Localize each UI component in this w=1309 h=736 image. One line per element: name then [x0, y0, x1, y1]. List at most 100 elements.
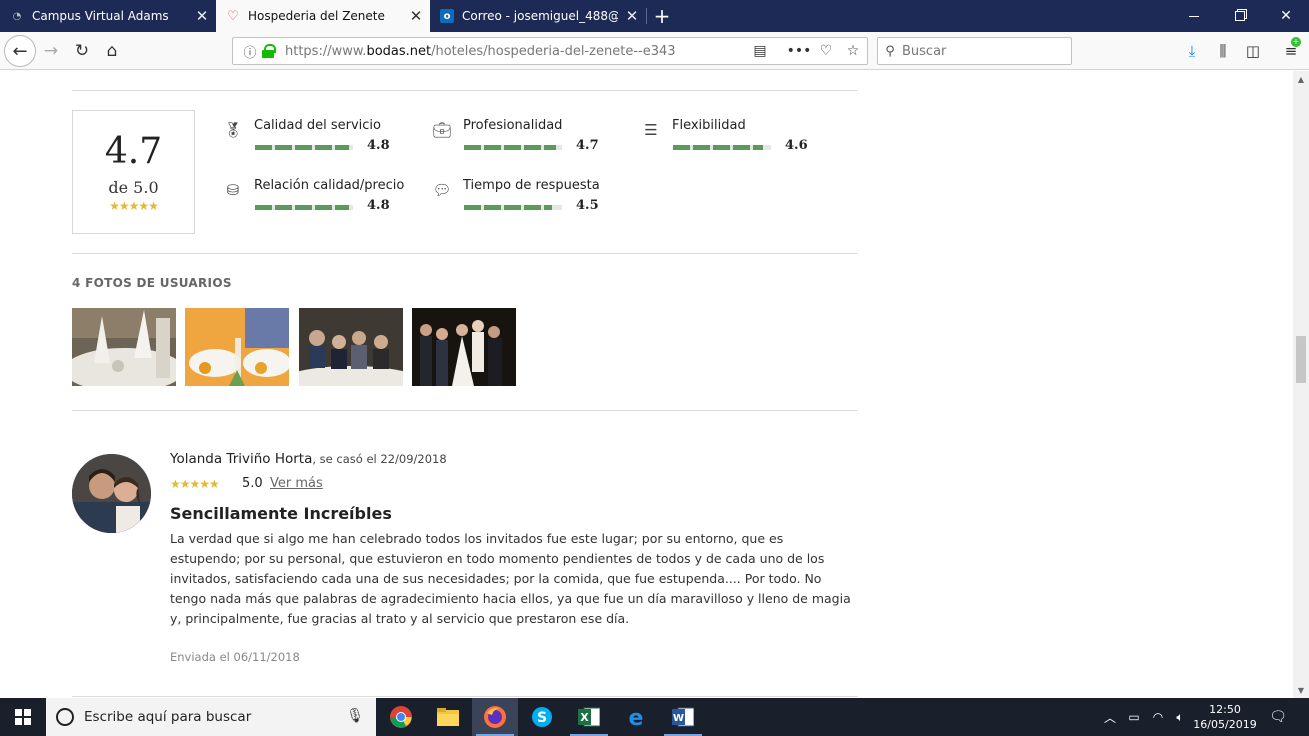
review-body: La verdad que si algo me han celebrado t…: [170, 531, 851, 626]
close-tab-icon[interactable]: ✕: [618, 7, 646, 25]
bookmark-star-icon[interactable]: ☆: [842, 41, 864, 61]
reload-button[interactable]: ↻: [67, 36, 97, 66]
metric-label: Flexibilidad: [672, 118, 746, 133]
taskbar-clock[interactable]: 12:50 16/05/2019: [1192, 702, 1258, 732]
clock-time: 12:50: [1209, 703, 1241, 716]
metric-value: 4.7: [576, 138, 599, 153]
overall-score-box: 4.7 de 5.0 ★★★★★: [72, 110, 195, 234]
update-badge-icon: +: [1291, 37, 1301, 47]
file-explorer-taskbar-button[interactable]: [425, 698, 471, 736]
reviewer-avatar[interactable]: [72, 454, 151, 533]
divider: [72, 410, 858, 411]
windows-logo-icon: [15, 709, 31, 725]
metric-label: Profesionalidad: [463, 118, 563, 133]
metric-label: Tiempo de respuesta: [463, 178, 600, 193]
pocket-icon[interactable]: ♡: [815, 41, 837, 61]
outlook-favicon-icon: o: [440, 9, 454, 23]
firefox-taskbar-button[interactable]: [472, 698, 518, 736]
wifi-icon[interactable]: ◠: [1147, 698, 1169, 736]
reviewer-married-date: , se casó el 22/09/2018: [312, 452, 447, 466]
url-text[interactable]: https://www.bodas.net/hoteles/hospederia…: [285, 44, 867, 59]
word-icon: W: [672, 707, 694, 727]
metric-bar: [464, 145, 562, 150]
taskbar-search-placeholder: Escribe aquí para buscar: [84, 709, 252, 725]
browser-titlebar: ◔ Campus Virtual Adams ✕ ♡ Hospederia de…: [0, 0, 1309, 32]
skype-icon: S: [532, 707, 552, 727]
page-actions-icon[interactable]: •••: [787, 41, 812, 61]
excel-icon: X: [578, 707, 600, 727]
edge-taskbar-button[interactable]: e: [613, 698, 659, 736]
arrow-right-icon: →: [43, 41, 59, 61]
firefox-icon: [484, 706, 506, 728]
close-tab-icon[interactable]: ✕: [188, 7, 216, 25]
user-photo-2[interactable]: [185, 308, 289, 386]
user-photos-title: 4 FOTOS DE USUARIOS: [72, 276, 232, 290]
reviewer-name[interactable]: Yolanda Triviño Horta: [170, 451, 312, 467]
close-window-button[interactable]: ✕: [1263, 0, 1309, 32]
show-hidden-icons-button[interactable]: ︿: [1100, 698, 1120, 736]
skype-taskbar-button[interactable]: S: [519, 698, 565, 736]
svg-text:S: S: [537, 710, 547, 726]
reader-view-icon[interactable]: ▤: [749, 41, 771, 61]
action-center-button[interactable]: 🗨︎: [1264, 698, 1292, 736]
ver-mas-link[interactable]: Ver más: [270, 476, 323, 491]
search-input[interactable]: Buscar: [902, 44, 946, 59]
user-photo-1[interactable]: [72, 308, 176, 386]
new-tab-button[interactable]: +: [648, 0, 676, 32]
url-bar[interactable]: ⓘ https://www.bodas.net/hoteles/hospeder…: [232, 37, 868, 65]
close-tab-icon[interactable]: ✕: [402, 7, 430, 25]
folder-icon: [437, 708, 459, 726]
tab-title: Correo - josemiguel_488@hotm: [462, 9, 618, 23]
user-photo-4[interactable]: [412, 308, 516, 386]
metric-bar-fill: [255, 145, 350, 150]
vertical-scrollbar[interactable]: ▲ ▼: [1293, 71, 1309, 698]
windows-taskbar: Escribe aquí para buscar 🎙︎ S X e W ︿ ▭ …: [0, 698, 1309, 736]
divider: [72, 90, 858, 91]
metric-label: Calidad del servicio: [254, 118, 381, 133]
chrome-icon: [390, 706, 412, 728]
word-taskbar-button[interactable]: W: [660, 698, 706, 736]
info-icon[interactable]: ⓘ: [239, 42, 261, 61]
overall-stars: ★★★★★: [109, 199, 159, 213]
metric-bar: [255, 145, 353, 150]
overall-score: 4.7: [104, 131, 163, 172]
metric-bar-fill: [255, 205, 350, 210]
scrollbar-thumb[interactable]: [1296, 336, 1306, 383]
metric-relacion-calidad-precio: ⛁ Relación calidad/precio 4.8: [223, 172, 423, 222]
taskbar-search-box[interactable]: Escribe aquí para buscar 🎙︎: [46, 698, 376, 736]
minimize-button[interactable]: [1171, 0, 1217, 32]
forward-button[interactable]: →: [36, 36, 66, 66]
metric-bar: [673, 145, 771, 150]
metric-value: 4.8: [367, 198, 390, 213]
sidebar-icon[interactable]: ◫: [1242, 40, 1264, 62]
restore-icon: [1235, 11, 1245, 21]
volume-icon[interactable]: 🔈︎: [1169, 698, 1191, 736]
excel-taskbar-button[interactable]: X: [566, 698, 612, 736]
tab-correo[interactable]: o Correo - josemiguel_488@hotm ✕: [430, 0, 646, 32]
search-icon: ⚲: [885, 43, 895, 59]
microphone-icon[interactable]: 🎙︎: [346, 708, 364, 724]
start-button[interactable]: [0, 698, 46, 736]
user-photo-3[interactable]: [299, 308, 403, 386]
library-icon[interactable]: ⫼: [1212, 40, 1234, 62]
home-button[interactable]: ⌂: [97, 36, 127, 66]
divider: [72, 253, 858, 254]
tab-campus-virtual[interactable]: ◔ Campus Virtual Adams ✕: [0, 0, 216, 32]
metric-flexibilidad: ☰ Flexibilidad 4.6: [641, 112, 841, 162]
campus-favicon-icon: ◔: [12, 10, 22, 22]
metric-bar: [255, 205, 353, 210]
battery-icon[interactable]: ▭: [1123, 698, 1145, 736]
clock-date: 16/05/2019: [1193, 718, 1257, 731]
downloads-icon[interactable]: ⤓: [1181, 40, 1203, 62]
tab-hospederia[interactable]: ♡ Hospederia del Zenete ✕: [216, 0, 430, 32]
search-bar[interactable]: ⚲ Buscar: [877, 37, 1072, 65]
restore-button[interactable]: [1217, 0, 1263, 32]
chrome-taskbar-button[interactable]: [378, 698, 424, 736]
svg-text:X: X: [580, 711, 589, 724]
back-button[interactable]: ←: [4, 35, 36, 67]
cortana-icon: [56, 708, 74, 726]
divider: [72, 696, 858, 697]
lock-icon[interactable]: [261, 44, 277, 58]
scroll-down-icon[interactable]: ▼: [1293, 682, 1309, 698]
scroll-up-icon[interactable]: ▲: [1293, 71, 1309, 87]
